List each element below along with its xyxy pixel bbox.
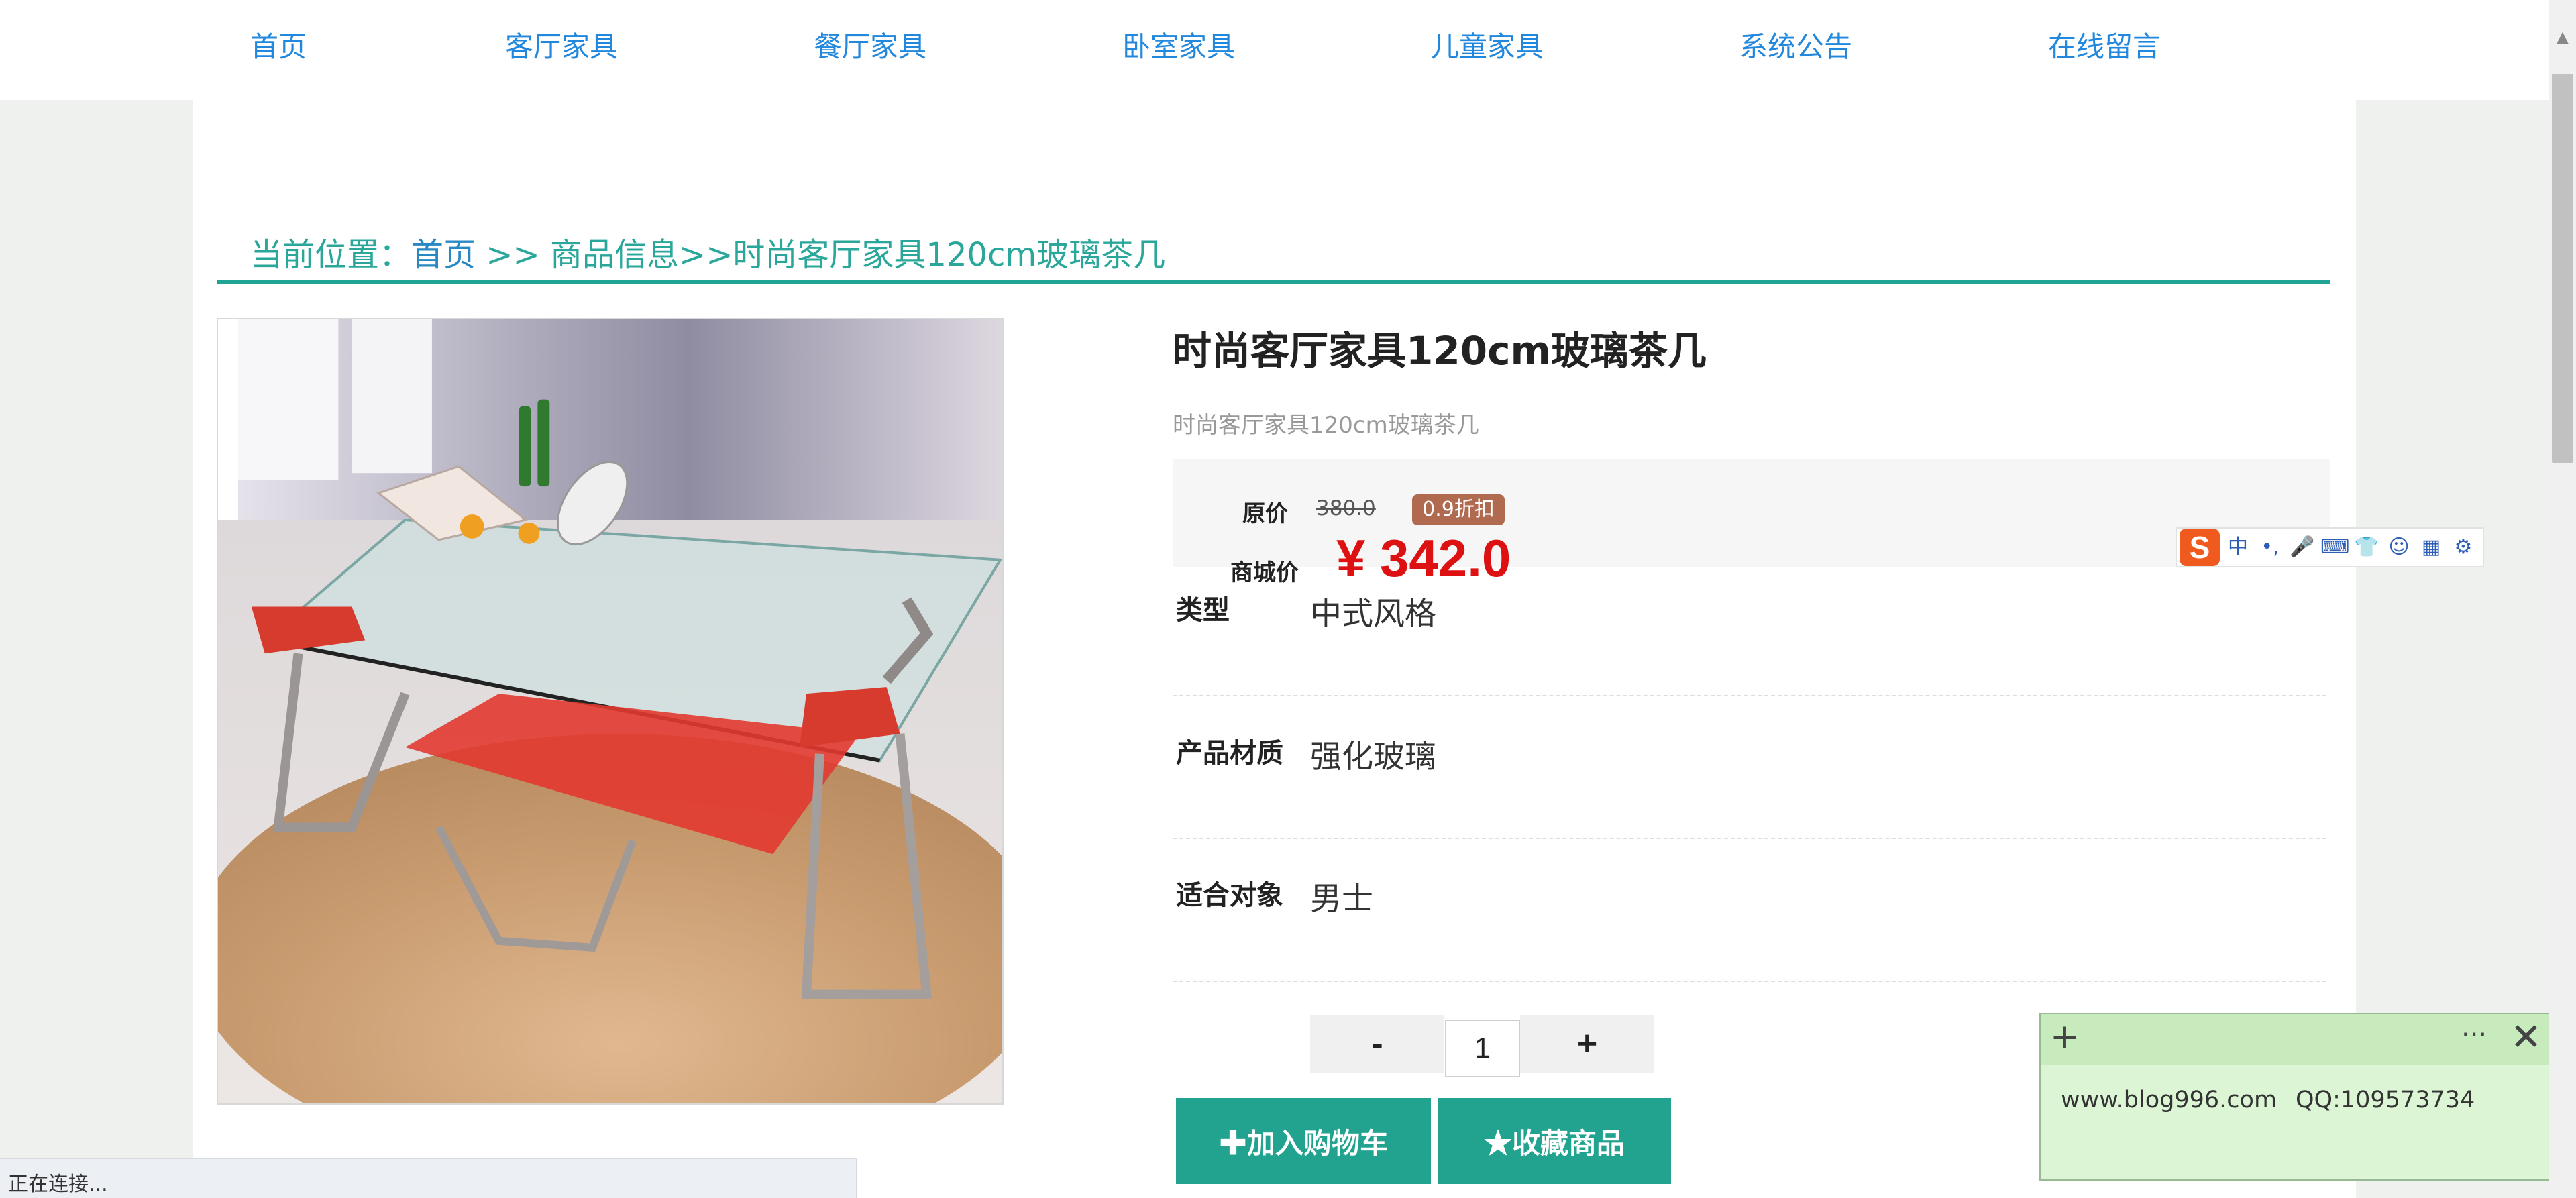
- keyboard-icon[interactable]: ⌨: [2320, 533, 2349, 561]
- nav-messages[interactable]: 在线留言: [2048, 24, 2161, 65]
- attr-type-value: 中式风格: [1310, 596, 1436, 633]
- ime-chinese-mode-icon[interactable]: 中: [2224, 533, 2252, 561]
- ime-punctuation-icon[interactable]: •,: [2256, 533, 2284, 561]
- breadcrumb: 当前位置：首页 >> 商品信息>>时尚客厅家具120cm玻璃茶几: [250, 228, 1165, 275]
- quantity-input[interactable]: [1445, 1020, 1520, 1077]
- vertical-scrollbar[interactable]: ▲: [2549, 0, 2576, 1198]
- attr-divider: [1173, 981, 2326, 982]
- breadcrumb-home-link[interactable]: 首页: [411, 236, 476, 274]
- microphone-icon[interactable]: 🎤: [2288, 533, 2316, 561]
- scrollbar-thumb[interactable]: [2552, 74, 2573, 463]
- more-options-icon[interactable]: ···: [2461, 1020, 2487, 1050]
- emoji-icon[interactable]: ☺: [2385, 533, 2413, 561]
- product-image: [217, 318, 1004, 1105]
- nav-bedroom[interactable]: 卧室家具: [1122, 24, 1235, 65]
- skin-icon[interactable]: 👕: [2353, 533, 2381, 561]
- discount-badge: 0.9折扣: [1412, 494, 1505, 525]
- nav-dining-room[interactable]: 餐厅家具: [814, 24, 926, 65]
- nav-announcements[interactable]: 系统公告: [1739, 24, 1852, 65]
- original-price-label: 原价: [1242, 500, 1288, 527]
- note-qq-text[interactable]: QQ:109573734: [2296, 1087, 2475, 1113]
- product-subtitle: 时尚客厅家具120cm玻璃茶几: [1173, 412, 1479, 439]
- ime-logo-icon[interactable]: S: [2180, 529, 2220, 566]
- top-nav: 首页 客厅家具 餐厅家具 卧室家具 儿童家具 系统公告 在线留言: [0, 0, 2549, 100]
- attr-material-value: 强化玻璃: [1310, 739, 1436, 775]
- quantity-increase-button[interactable]: +: [1520, 1015, 1654, 1073]
- breadcrumb-prefix: 当前位置：: [250, 236, 412, 274]
- settings-icon[interactable]: ⚙: [2449, 533, 2477, 561]
- nav-living-room[interactable]: 客厅家具: [505, 24, 618, 65]
- status-bar: 正在连接...: [0, 1158, 857, 1198]
- attr-divider: [1173, 838, 2326, 839]
- attr-material-label: 产品材质: [1176, 738, 1283, 769]
- status-text: 正在连接...: [8, 1173, 108, 1196]
- mall-price: ¥ 342.0: [1336, 529, 1511, 588]
- add-to-favorites-button[interactable]: ★收藏商品: [1438, 1098, 1671, 1184]
- scroll-up-arrow-icon[interactable]: ▲: [2549, 0, 2576, 74]
- note-website-text[interactable]: www.blog996.com: [2061, 1087, 2277, 1113]
- toolbox-icon[interactable]: ▦: [2417, 533, 2445, 561]
- product-title: 时尚客厅家具120cm玻璃茶几: [1173, 328, 1707, 374]
- close-icon[interactable]: ✕: [2510, 1016, 2542, 1059]
- nav-kids[interactable]: 儿童家具: [1431, 24, 1544, 65]
- attr-divider: [1173, 695, 2326, 696]
- nav-home[interactable]: 首页: [250, 24, 307, 65]
- add-note-icon[interactable]: +: [2050, 1017, 2080, 1057]
- quantity-decrease-button[interactable]: -: [1310, 1015, 1444, 1073]
- ime-toolbar: S 中 •, 🎤 ⌨ 👕 ☺ ▦ ⚙: [2176, 527, 2484, 567]
- attr-type-label: 类型: [1176, 595, 1230, 626]
- attr-target-label: 适合对象: [1176, 880, 1283, 911]
- attr-target-value: 男士: [1310, 881, 1373, 918]
- add-to-cart-button[interactable]: ✚加入购物车: [1176, 1098, 1431, 1184]
- sticky-note: + ··· ✕ www.blog996.com QQ:109573734: [2039, 1013, 2553, 1181]
- original-price: 380.0: [1316, 496, 1376, 521]
- breadcrumb-divider: [217, 280, 2330, 284]
- breadcrumb-rest: >> 商品信息>>时尚客厅家具120cm玻璃茶几: [476, 236, 1166, 274]
- mall-price-label: 商城价: [1230, 559, 1299, 586]
